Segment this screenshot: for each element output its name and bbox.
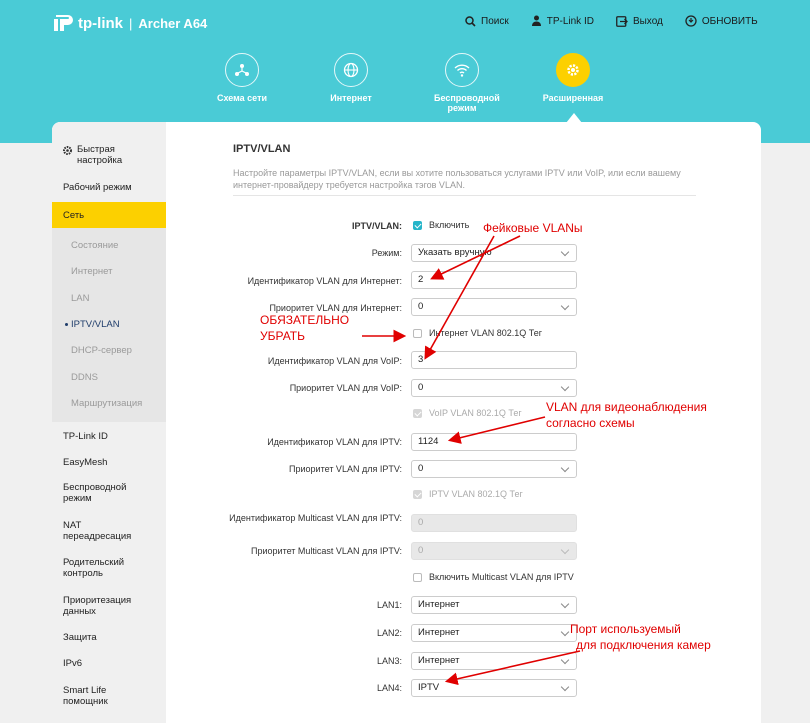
- annotation-cctv-line2: согласно схемы: [546, 416, 635, 430]
- annotation-port-line2: для подключения камер: [576, 638, 711, 652]
- arrow-to-voip-vid: [424, 235, 495, 360]
- annotation-cctv: VLAN для видеонаблюдения согласно схемы: [546, 399, 707, 431]
- annotation-port-line1: Порт используемый: [570, 622, 681, 636]
- annotation-port: Порт используемый для подключения камер: [570, 621, 711, 653]
- annotation-must-remove: ОБЯЗАТЕЛЬНО УБРАТЬ: [260, 312, 349, 344]
- arrow-to-lan4: [444, 650, 581, 686]
- annotation-fake-vlans: Фейковые VLANы: [483, 221, 583, 235]
- annotation-arrows: [362, 235, 581, 686]
- annotation-must-remove-line1: ОБЯЗАТЕЛЬНО: [260, 313, 350, 327]
- arrow-to-inet-vid: [430, 235, 521, 280]
- annotation-cctv-line1: VLAN для видеонаблюдения: [546, 400, 707, 414]
- arrow-to-iptv-vid: [447, 416, 546, 444]
- annotation-must-remove-line2: УБРАТЬ: [260, 329, 305, 343]
